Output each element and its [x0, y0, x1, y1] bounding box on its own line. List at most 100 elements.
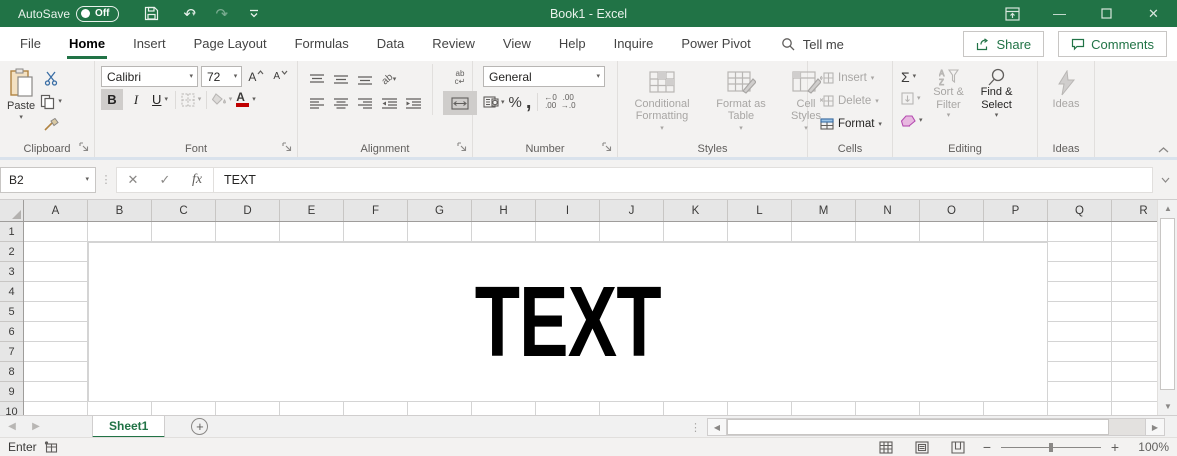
conditional-formatting-button[interactable]: Conditional Formatting ▾: [620, 64, 704, 142]
page-break-preview-button[interactable]: [945, 439, 971, 456]
horizontal-scrollbar-track[interactable]: [727, 418, 1145, 436]
bottom-align-button[interactable]: [354, 69, 376, 90]
undo-button[interactable]: ↶ ▾: [177, 3, 203, 25]
column-header-c[interactable]: C: [152, 200, 216, 221]
column-header-n[interactable]: N: [856, 200, 920, 221]
accounting-format-button[interactable]: ▾: [483, 96, 505, 108]
vertical-scrollbar-thumb[interactable]: [1160, 218, 1175, 390]
customize-quick-access-button[interactable]: [241, 3, 267, 25]
row-header-2[interactable]: 2: [0, 242, 23, 262]
format-painter-button[interactable]: [40, 114, 62, 135]
delete-cells-button[interactable]: Delete ▾: [816, 90, 890, 112]
column-header-a[interactable]: A: [24, 200, 88, 221]
share-button[interactable]: Share: [963, 31, 1045, 57]
zoom-slider-thumb[interactable]: [1049, 442, 1053, 452]
select-all-button[interactable]: [0, 200, 24, 222]
zoom-in-button[interactable]: +: [1109, 440, 1121, 454]
column-header-o[interactable]: O: [920, 200, 984, 221]
next-sheet-arrow-icon[interactable]: ▶: [24, 421, 48, 432]
redo-button[interactable]: ↷ ▾: [209, 3, 235, 25]
align-left-button[interactable]: [306, 93, 328, 114]
cut-button[interactable]: [40, 68, 62, 89]
ribbon-tab-power-pivot[interactable]: Power Pivot: [667, 27, 764, 61]
maximize-button[interactable]: [1083, 0, 1130, 27]
percent-style-button[interactable]: %: [509, 94, 522, 111]
macro-recording-button[interactable]: [44, 441, 58, 453]
row-header-9[interactable]: 9: [0, 382, 23, 402]
bold-button[interactable]: B: [101, 89, 123, 110]
increase-indent-button[interactable]: [402, 93, 424, 114]
decrease-indent-button[interactable]: [378, 93, 400, 114]
fill-button[interactable]: ▾: [899, 88, 925, 109]
cancel-button[interactable]: ✕: [117, 172, 149, 188]
undo-caret-icon[interactable]: ▾: [192, 10, 196, 18]
row-header-8[interactable]: 8: [0, 362, 23, 382]
column-header-m[interactable]: M: [792, 200, 856, 221]
vertical-scrollbar[interactable]: ▲ ▼: [1157, 200, 1177, 415]
clipboard-dialog-launcher[interactable]: [79, 142, 91, 154]
normal-view-button[interactable]: [873, 439, 899, 456]
column-header-h[interactable]: H: [472, 200, 536, 221]
middle-align-button[interactable]: [330, 69, 352, 90]
close-button[interactable]: ✕: [1130, 0, 1177, 27]
name-box[interactable]: B2 ▾: [0, 166, 96, 193]
number-format-combo[interactable]: General ▾: [483, 66, 605, 87]
zoom-out-button[interactable]: −: [981, 440, 993, 454]
column-header-k[interactable]: K: [664, 200, 728, 221]
row-header-10[interactable]: 10: [0, 402, 23, 416]
row-header-3[interactable]: 3: [0, 262, 23, 282]
comments-button[interactable]: Comments: [1058, 31, 1167, 57]
scroll-left-arrow-icon[interactable]: ◀: [707, 418, 727, 436]
column-header-d[interactable]: D: [216, 200, 280, 221]
column-header-p[interactable]: P: [984, 200, 1048, 221]
ribbon-tab-data[interactable]: Data: [363, 27, 418, 61]
zoom-slider-track[interactable]: [1001, 442, 1101, 452]
font-name-combo[interactable]: Calibri ▾: [101, 66, 198, 87]
font-dialog-launcher[interactable]: [282, 142, 294, 154]
ribbon-tab-review[interactable]: Review: [418, 27, 489, 61]
column-header-r[interactable]: R: [1112, 200, 1157, 221]
borders-button[interactable]: ▾: [180, 89, 202, 110]
column-header-g[interactable]: G: [408, 200, 472, 221]
fill-color-button[interactable]: ▾: [211, 89, 233, 110]
formula-input[interactable]: TEXT: [214, 166, 1153, 193]
zoom-slider[interactable]: − +: [981, 440, 1121, 454]
ribbon-tab-home[interactable]: Home: [55, 27, 119, 61]
previous-sheet-arrow-icon[interactable]: ◀: [0, 421, 24, 432]
ribbon-tab-insert[interactable]: Insert: [119, 27, 180, 61]
font-size-combo[interactable]: 72 ▾: [200, 66, 243, 87]
active-cell-b2-merged[interactable]: TEXT: [88, 242, 1048, 402]
merge-and-center-button[interactable]: [443, 91, 477, 115]
top-align-button[interactable]: [306, 69, 328, 90]
underline-button[interactable]: U ▾: [149, 89, 171, 110]
row-header-6[interactable]: 6: [0, 322, 23, 342]
insert-function-button[interactable]: fx: [181, 172, 213, 188]
find-select-button[interactable]: Find & Select ▾: [973, 66, 1021, 131]
enter-button[interactable]: ✓: [149, 172, 181, 188]
ribbon-tab-inquire[interactable]: Inquire: [600, 27, 668, 61]
horizontal-scrollbar-thumb[interactable]: [727, 419, 1109, 435]
ribbon-display-options-button[interactable]: [989, 0, 1036, 27]
column-header-f[interactable]: F: [344, 200, 408, 221]
format-cells-button[interactable]: Format ▾: [816, 113, 890, 135]
comma-style-button[interactable]: ,: [526, 92, 532, 112]
tell-me-box[interactable]: Tell me: [781, 37, 844, 52]
grow-font-button[interactable]: A: [245, 66, 267, 87]
minimize-button[interactable]: —: [1036, 0, 1083, 27]
italic-button[interactable]: I: [125, 89, 147, 110]
expand-formula-bar-button[interactable]: [1153, 177, 1177, 183]
page-layout-view-button[interactable]: [909, 439, 935, 456]
scroll-up-arrow-icon[interactable]: ▲: [1158, 200, 1177, 217]
font-color-button[interactable]: A ▾: [235, 89, 257, 110]
zoom-percentage[interactable]: 100%: [1131, 440, 1169, 454]
scroll-down-arrow-icon[interactable]: ▼: [1158, 398, 1177, 415]
sort-filter-button[interactable]: AZ Sort & Filter ▾: [925, 66, 973, 131]
row-header-1[interactable]: 1: [0, 222, 23, 242]
alignment-dialog-launcher[interactable]: [457, 142, 469, 154]
column-header-q[interactable]: Q: [1048, 200, 1112, 221]
increase-decimal-button[interactable]: ←0.00: [544, 94, 556, 110]
tab-split-handle[interactable]: ⋮: [690, 421, 701, 434]
ribbon-tab-view[interactable]: View: [489, 27, 545, 61]
column-header-e[interactable]: E: [280, 200, 344, 221]
autosave-toggle[interactable]: Off: [76, 5, 119, 22]
